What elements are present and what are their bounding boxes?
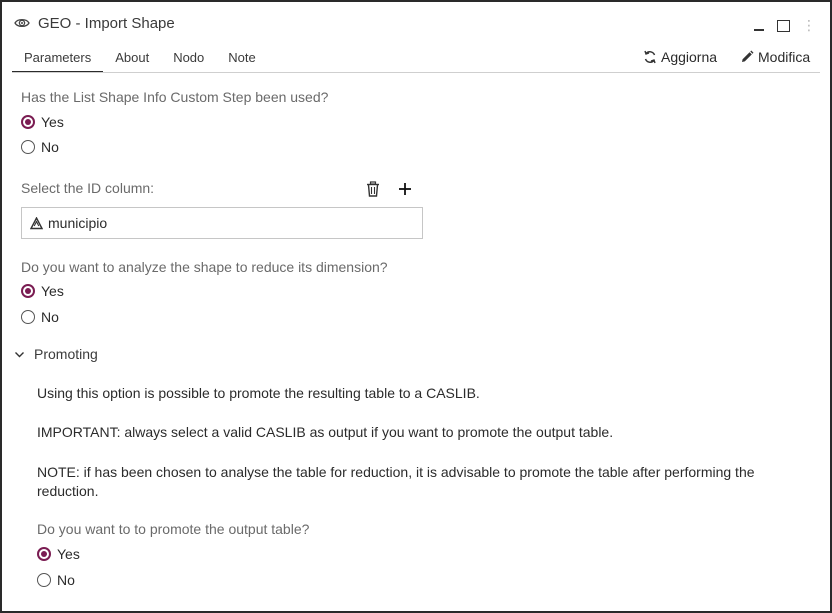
tab-parameters[interactable]: Parameters (12, 44, 104, 73)
radio-q3-yes[interactable]: Yes (37, 546, 80, 562)
promoting-info-text: Using this option is possible to promote… (37, 385, 480, 401)
radio-q1-yes[interactable]: Yes (21, 114, 64, 130)
id-column-list[interactable]: municipio (21, 207, 423, 239)
view-eye-icon (14, 15, 30, 31)
tab-nodo[interactable]: Nodo (161, 44, 216, 73)
trash-icon[interactable] (365, 181, 381, 197)
radio-q3-no[interactable]: No (37, 572, 75, 588)
id-column-label: Select the ID column: (21, 180, 155, 196)
chevron-down-icon (15, 351, 24, 357)
promoting-section-toggle[interactable]: Promoting (14, 346, 98, 362)
title-bar: GEO - Import Shape ⋮ (2, 2, 830, 44)
refresh-icon (644, 50, 656, 64)
radio-circle (21, 115, 35, 129)
promoting-note-text: NOTE: if has been chosen to analyse the … (37, 464, 755, 499)
question-promote-table: Do you want to to promote the output tab… (37, 521, 310, 537)
radio-circle (37, 573, 51, 587)
edit-label: Modifica (758, 49, 811, 65)
radio-q1-no[interactable]: No (21, 139, 59, 155)
tab-bar: Parameters About Nodo Note (12, 44, 268, 73)
radio-circle (21, 284, 35, 298)
promoting-section-title: Promoting (34, 346, 98, 362)
step-window: GEO - Import Shape ⋮ Parameters About No… (0, 0, 832, 613)
tab-note[interactable]: Note (216, 44, 267, 73)
radio-label: Yes (57, 546, 80, 562)
promoting-important-text: IMPORTANT: always select a valid CASLIB … (37, 424, 614, 440)
add-icon[interactable] (397, 181, 413, 197)
radio-label: No (41, 309, 59, 325)
radio-circle (37, 547, 51, 561)
pencil-icon (742, 50, 754, 62)
window-title: GEO - Import Shape (38, 15, 175, 32)
maximize-button[interactable] (776, 18, 790, 32)
radio-q2-no[interactable]: No (21, 309, 59, 325)
question-analyze-shape: Do you want to analyze the shape to redu… (21, 259, 388, 275)
character-column-icon (30, 216, 43, 229)
minimize-button[interactable] (752, 18, 766, 32)
radio-label: Yes (41, 283, 64, 299)
refresh-label: Aggiorna (661, 49, 718, 65)
radio-circle (21, 310, 35, 324)
radio-q2-yes[interactable]: Yes (21, 283, 64, 299)
question-list-shape-info: Has the List Shape Info Custom Step been… (21, 89, 329, 105)
radio-circle (21, 140, 35, 154)
radio-label: No (41, 139, 59, 155)
tab-divider (12, 72, 820, 73)
radio-label: Yes (41, 114, 64, 130)
refresh-button[interactable]: Aggiorna (643, 49, 717, 65)
edit-button[interactable]: Modifica (740, 49, 810, 65)
more-options-icon[interactable]: ⋮ (802, 18, 816, 32)
id-column-value: municipio (48, 215, 108, 231)
radio-label: No (57, 572, 75, 588)
tab-about[interactable]: About (103, 44, 161, 73)
id-column-item[interactable]: municipio (30, 215, 107, 231)
